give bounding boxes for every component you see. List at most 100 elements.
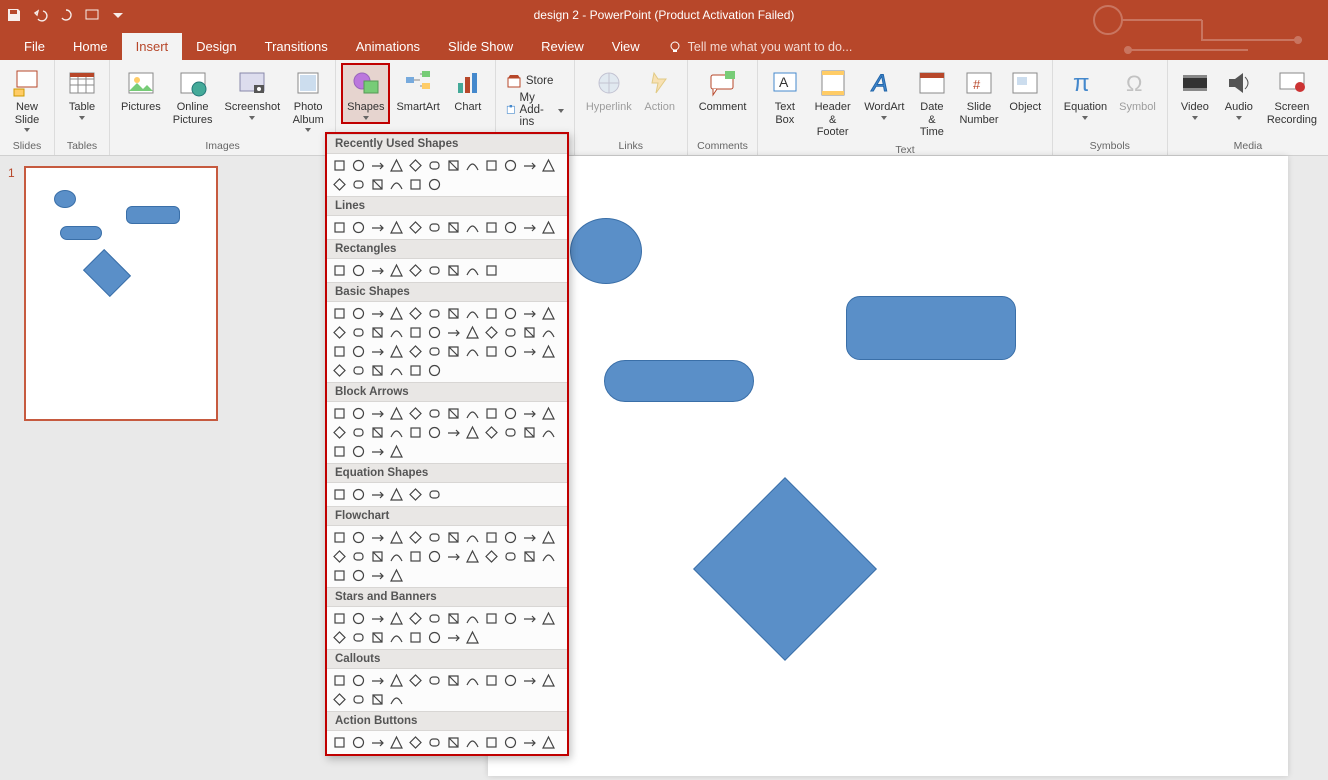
shape-option[interactable] xyxy=(369,405,386,422)
shape-option[interactable] xyxy=(464,219,481,236)
text-box-button[interactable]: AText Box xyxy=(764,64,805,129)
shape-option[interactable] xyxy=(369,305,386,322)
shape-option[interactable] xyxy=(464,629,481,646)
shape-option[interactable] xyxy=(350,424,367,441)
shape-option[interactable] xyxy=(388,176,405,193)
tab-animations[interactable]: Animations xyxy=(342,33,434,60)
shape-option[interactable] xyxy=(426,405,443,422)
shape-option[interactable] xyxy=(464,262,481,279)
tab-view[interactable]: View xyxy=(598,33,654,60)
canvas-oval[interactable] xyxy=(570,218,642,284)
shape-option[interactable] xyxy=(483,305,500,322)
shape-option[interactable] xyxy=(426,343,443,360)
shape-option[interactable] xyxy=(350,486,367,503)
shape-option[interactable] xyxy=(369,734,386,751)
shape-option[interactable] xyxy=(483,219,500,236)
shape-option[interactable] xyxy=(350,343,367,360)
online-pictures-button[interactable]: Online Pictures xyxy=(168,64,218,129)
shape-option[interactable] xyxy=(426,486,443,503)
shape-option[interactable] xyxy=(331,548,348,565)
shape-option[interactable] xyxy=(540,343,557,360)
shape-option[interactable] xyxy=(331,691,348,708)
canvas-roundrect-pill[interactable] xyxy=(604,360,754,402)
shape-option[interactable] xyxy=(426,219,443,236)
shape-option[interactable] xyxy=(369,443,386,460)
shape-option[interactable] xyxy=(331,262,348,279)
shape-option[interactable] xyxy=(350,529,367,546)
shape-option[interactable] xyxy=(388,443,405,460)
slide-number-button[interactable]: #Slide Number xyxy=(955,64,1003,129)
shape-option[interactable] xyxy=(426,176,443,193)
shape-option[interactable] xyxy=(445,424,462,441)
start-from-beginning-icon[interactable] xyxy=(84,7,100,23)
shape-option[interactable] xyxy=(331,405,348,422)
tab-home[interactable]: Home xyxy=(59,33,122,60)
shape-option[interactable] xyxy=(331,219,348,236)
shape-option[interactable] xyxy=(483,324,500,341)
canvas-roundrect-large[interactable] xyxy=(846,296,1016,360)
new-slide-button[interactable]: New Slide xyxy=(6,64,48,135)
shape-option[interactable] xyxy=(369,157,386,174)
slide-canvas[interactable] xyxy=(488,156,1288,776)
shape-option[interactable] xyxy=(502,424,519,441)
shape-option[interactable] xyxy=(445,672,462,689)
shape-option[interactable] xyxy=(407,548,424,565)
store-button[interactable]: Store xyxy=(502,72,568,90)
shape-option[interactable] xyxy=(407,343,424,360)
tab-transitions[interactable]: Transitions xyxy=(251,33,342,60)
shape-option[interactable] xyxy=(502,219,519,236)
shape-option[interactable] xyxy=(331,629,348,646)
shape-option[interactable] xyxy=(388,567,405,584)
shape-option[interactable] xyxy=(521,157,538,174)
shape-option[interactable] xyxy=(540,157,557,174)
shape-option[interactable] xyxy=(521,324,538,341)
shape-option[interactable] xyxy=(331,529,348,546)
shape-option[interactable] xyxy=(483,734,500,751)
shape-option[interactable] xyxy=(350,629,367,646)
shape-option[interactable] xyxy=(502,548,519,565)
shape-option[interactable] xyxy=(521,343,538,360)
shape-option[interactable] xyxy=(331,176,348,193)
redo-icon[interactable] xyxy=(58,7,74,23)
shape-option[interactable] xyxy=(540,324,557,341)
shape-option[interactable] xyxy=(445,405,462,422)
tab-review[interactable]: Review xyxy=(527,33,598,60)
shape-option[interactable] xyxy=(369,424,386,441)
shape-option[interactable] xyxy=(521,305,538,322)
wordart-button[interactable]: AWordArt xyxy=(860,64,909,123)
shape-option[interactable] xyxy=(464,734,481,751)
shape-option[interactable] xyxy=(369,548,386,565)
shape-option[interactable] xyxy=(483,610,500,627)
shape-option[interactable] xyxy=(331,486,348,503)
shape-option[interactable] xyxy=(350,219,367,236)
shape-option[interactable] xyxy=(388,262,405,279)
shape-option[interactable] xyxy=(426,324,443,341)
shape-option[interactable] xyxy=(540,305,557,322)
shape-option[interactable] xyxy=(331,567,348,584)
pictures-button[interactable]: Pictures xyxy=(116,64,166,117)
shape-option[interactable] xyxy=(369,529,386,546)
shape-option[interactable] xyxy=(502,529,519,546)
shape-option[interactable] xyxy=(445,343,462,360)
my-addins-button[interactable]: My Add-ins xyxy=(502,91,568,129)
shape-option[interactable] xyxy=(369,262,386,279)
shape-option[interactable] xyxy=(407,305,424,322)
shape-option[interactable] xyxy=(388,691,405,708)
shape-option[interactable] xyxy=(369,362,386,379)
shape-option[interactable] xyxy=(388,529,405,546)
screenshot-button[interactable]: Screenshot xyxy=(220,64,286,123)
comment-button[interactable]: Comment xyxy=(694,64,752,117)
shape-option[interactable] xyxy=(483,343,500,360)
shape-option[interactable] xyxy=(388,629,405,646)
photo-album-button[interactable]: Photo Album xyxy=(287,64,329,135)
shape-option[interactable] xyxy=(445,629,462,646)
canvas-diamond[interactable] xyxy=(693,477,877,661)
shape-option[interactable] xyxy=(483,548,500,565)
shape-option[interactable] xyxy=(464,424,481,441)
shape-option[interactable] xyxy=(540,610,557,627)
shape-option[interactable] xyxy=(540,424,557,441)
shape-option[interactable] xyxy=(540,529,557,546)
shapes-button[interactable]: Shapes xyxy=(342,64,389,123)
shape-option[interactable] xyxy=(388,424,405,441)
video-button[interactable]: Video xyxy=(1174,64,1216,123)
